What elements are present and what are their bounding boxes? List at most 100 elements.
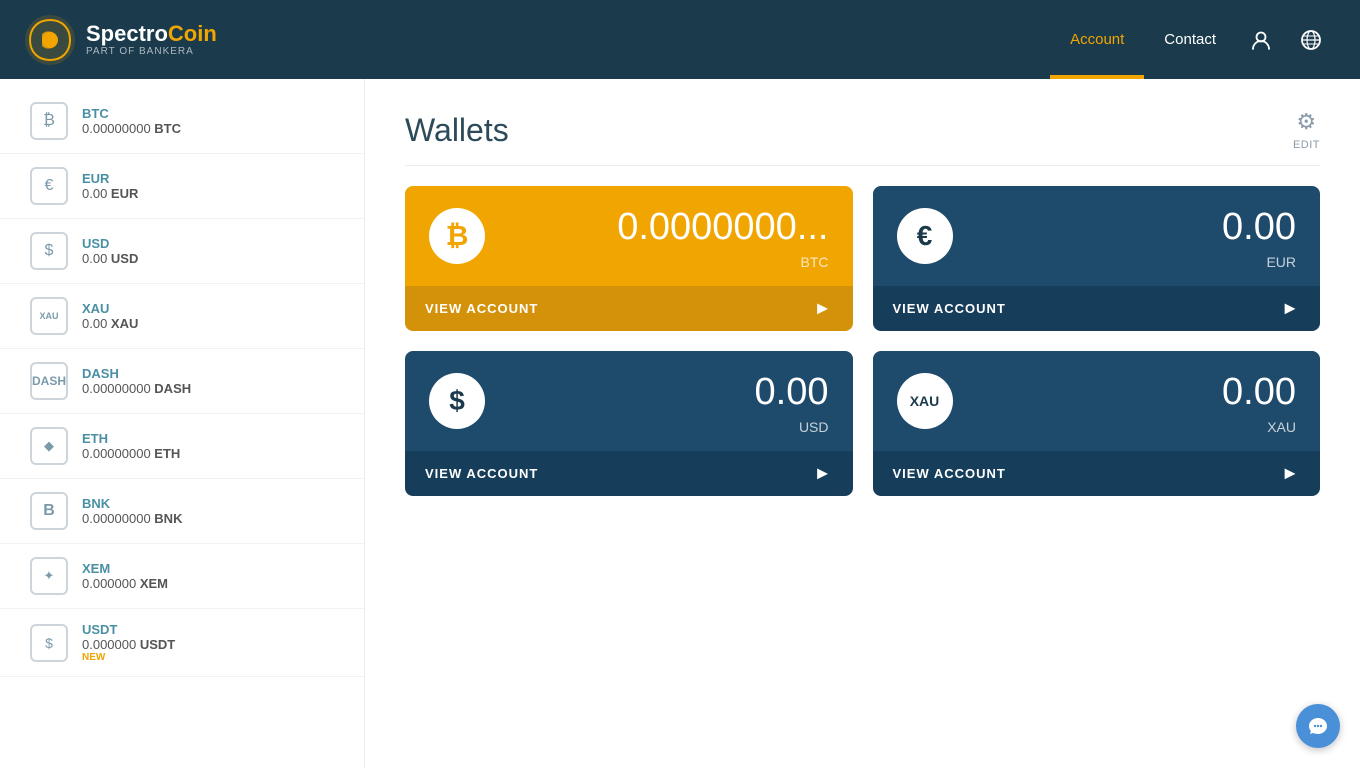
xau-arrow-icon: ► bbox=[1281, 463, 1300, 484]
eur-card-values: 0.00 EUR bbox=[971, 208, 1297, 270]
usd-card-footer[interactable]: VIEW ACCOUNT ► bbox=[405, 451, 853, 496]
wallets-title: Wallets bbox=[405, 112, 509, 149]
sidebar-item-usdt[interactable]: $ USDT 0.000000 USDT NEW bbox=[0, 609, 364, 677]
btc-card-icon: ₿ bbox=[429, 208, 485, 264]
xau-card[interactable]: XAU 0.00 XAU VIEW ACCOUNT ► bbox=[873, 351, 1321, 496]
sidebar-item-xem[interactable]: ✦ XEM 0.000000 XEM bbox=[0, 544, 364, 609]
xau-card-icon: XAU bbox=[897, 373, 953, 429]
wallets-header: Wallets ⚙ EDIT bbox=[405, 109, 1320, 166]
xem-wallet-info: XEM 0.000000 XEM bbox=[82, 561, 168, 591]
nav-contact[interactable]: Contact bbox=[1144, 0, 1236, 79]
usdt-wallet-icon: $ bbox=[30, 624, 68, 662]
chat-icon bbox=[1307, 715, 1329, 737]
usdt-ticker: USDT bbox=[82, 622, 175, 637]
usd-card-amount: 0.00 bbox=[503, 373, 829, 411]
btc-wallet-icon: ₿ bbox=[30, 102, 68, 140]
sidebar-item-dash[interactable]: DASH DASH 0.00000000 DASH bbox=[0, 349, 364, 414]
header: SpectroCoin PART OF BANKERA Account Cont… bbox=[0, 0, 1360, 79]
dash-balance: 0.00000000 DASH bbox=[82, 381, 191, 396]
bnk-wallet-icon: B bbox=[30, 492, 68, 530]
xau-ticker: XAU bbox=[82, 301, 138, 316]
xau-balance: 0.00 XAU bbox=[82, 316, 138, 331]
eur-wallet-icon: € bbox=[30, 167, 68, 205]
eur-balance: 0.00 EUR bbox=[82, 186, 138, 201]
xem-wallet-icon: ✦ bbox=[30, 557, 68, 595]
btc-card-amount: 0.0000000... bbox=[503, 208, 829, 246]
logo-icon bbox=[24, 14, 76, 66]
usd-balance: 0.00 USD bbox=[82, 251, 138, 266]
dash-wallet-info: DASH 0.00000000 DASH bbox=[82, 366, 191, 396]
bnk-balance: 0.00000000 BNK bbox=[82, 511, 182, 526]
eth-balance: 0.00000000 ETH bbox=[82, 446, 180, 461]
globe-icon[interactable] bbox=[1286, 0, 1336, 79]
eur-arrow-icon: ► bbox=[1281, 298, 1300, 319]
xau-view-label: VIEW ACCOUNT bbox=[893, 466, 1006, 481]
usd-wallet-info: USD 0.00 USD bbox=[82, 236, 138, 266]
btc-ticker: BTC bbox=[82, 106, 181, 121]
btc-card-footer[interactable]: VIEW ACCOUNT ► bbox=[405, 286, 853, 331]
sidebar-item-btc[interactable]: ₿ BTC 0.00000000 BTC bbox=[0, 89, 364, 154]
eur-card[interactable]: € 0.00 EUR VIEW ACCOUNT ► bbox=[873, 186, 1321, 331]
xau-wallet-info: XAU 0.00 XAU bbox=[82, 301, 138, 331]
sidebar-item-xau[interactable]: XAU XAU 0.00 XAU bbox=[0, 284, 364, 349]
logo-spectro: Spectro bbox=[86, 21, 168, 46]
btc-card[interactable]: ₿ 0.0000000... BTC VIEW ACCOUNT ► bbox=[405, 186, 853, 331]
usd-card-values: 0.00 USD bbox=[503, 373, 829, 435]
btc-arrow-icon: ► bbox=[814, 298, 833, 319]
main-content: Wallets ⚙ EDIT ₿ 0.0000000... BTC VIEW A… bbox=[365, 79, 1360, 768]
xau-card-amount: 0.00 bbox=[971, 373, 1297, 411]
usd-view-label: VIEW ACCOUNT bbox=[425, 466, 538, 481]
header-nav: Account Contact bbox=[1050, 0, 1336, 79]
xem-ticker: XEM bbox=[82, 561, 168, 576]
dash-ticker: DASH bbox=[82, 366, 191, 381]
eur-wallet-info: EUR 0.00 EUR bbox=[82, 171, 138, 201]
eur-card-currency: EUR bbox=[971, 254, 1297, 270]
eur-card-footer[interactable]: VIEW ACCOUNT ► bbox=[873, 286, 1321, 331]
eur-view-label: VIEW ACCOUNT bbox=[893, 301, 1006, 316]
edit-label: EDIT bbox=[1293, 139, 1320, 151]
eur-card-icon: € bbox=[897, 208, 953, 264]
xau-wallet-icon: XAU bbox=[30, 297, 68, 335]
xau-card-currency: XAU bbox=[971, 419, 1297, 435]
bnk-ticker: BNK bbox=[82, 496, 182, 511]
eur-ticker: EUR bbox=[82, 171, 138, 186]
sidebar-item-eur[interactable]: € EUR 0.00 EUR bbox=[0, 154, 364, 219]
usd-arrow-icon: ► bbox=[814, 463, 833, 484]
btc-card-values: 0.0000000... BTC bbox=[503, 208, 829, 270]
btc-balance: 0.00000000 BTC bbox=[82, 121, 181, 136]
eth-wallet-icon: ◆ bbox=[30, 427, 68, 465]
usd-card-icon: $ bbox=[429, 373, 485, 429]
eth-wallet-info: ETH 0.00000000 ETH bbox=[82, 431, 180, 461]
eur-card-amount: 0.00 bbox=[971, 208, 1297, 246]
xau-card-footer[interactable]: VIEW ACCOUNT ► bbox=[873, 451, 1321, 496]
layout: ₿ BTC 0.00000000 BTC € EUR 0.00 EUR $ US… bbox=[0, 79, 1360, 768]
usd-wallet-icon: $ bbox=[30, 232, 68, 270]
dash-wallet-icon: DASH bbox=[30, 362, 68, 400]
edit-button[interactable]: ⚙ EDIT bbox=[1293, 109, 1320, 151]
gear-icon: ⚙ bbox=[1296, 109, 1316, 135]
sidebar: ₿ BTC 0.00000000 BTC € EUR 0.00 EUR $ US… bbox=[0, 79, 365, 768]
sidebar-item-eth[interactable]: ◆ ETH 0.00000000 ETH bbox=[0, 414, 364, 479]
xem-balance: 0.000000 XEM bbox=[82, 576, 168, 591]
nav-account[interactable]: Account bbox=[1050, 0, 1144, 79]
usd-ticker: USD bbox=[82, 236, 138, 251]
logo-text: SpectroCoin PART OF BANKERA bbox=[86, 22, 217, 57]
btc-card-currency: BTC bbox=[503, 254, 829, 270]
user-icon[interactable] bbox=[1236, 0, 1286, 79]
sidebar-item-usd[interactable]: $ USD 0.00 USD bbox=[0, 219, 364, 284]
usdt-balance: 0.000000 USDT bbox=[82, 637, 175, 652]
logo-coin: Coin bbox=[168, 21, 217, 46]
usd-card[interactable]: $ 0.00 USD VIEW ACCOUNT ► bbox=[405, 351, 853, 496]
wallet-cards-grid: ₿ 0.0000000... BTC VIEW ACCOUNT ► € 0.00 bbox=[405, 186, 1320, 496]
usdt-wallet-info: USDT 0.000000 USDT NEW bbox=[82, 622, 175, 663]
logo[interactable]: SpectroCoin PART OF BANKERA bbox=[24, 14, 217, 66]
bnk-wallet-info: BNK 0.00000000 BNK bbox=[82, 496, 182, 526]
chat-bubble[interactable] bbox=[1296, 704, 1340, 748]
btc-view-label: VIEW ACCOUNT bbox=[425, 301, 538, 316]
usd-card-currency: USD bbox=[503, 419, 829, 435]
xau-card-values: 0.00 XAU bbox=[971, 373, 1297, 435]
logo-sub: PART OF BANKERA bbox=[86, 46, 217, 57]
eth-ticker: ETH bbox=[82, 431, 180, 446]
sidebar-item-bnk[interactable]: B BNK 0.00000000 BNK bbox=[0, 479, 364, 544]
usdt-new-badge: NEW bbox=[82, 652, 175, 663]
